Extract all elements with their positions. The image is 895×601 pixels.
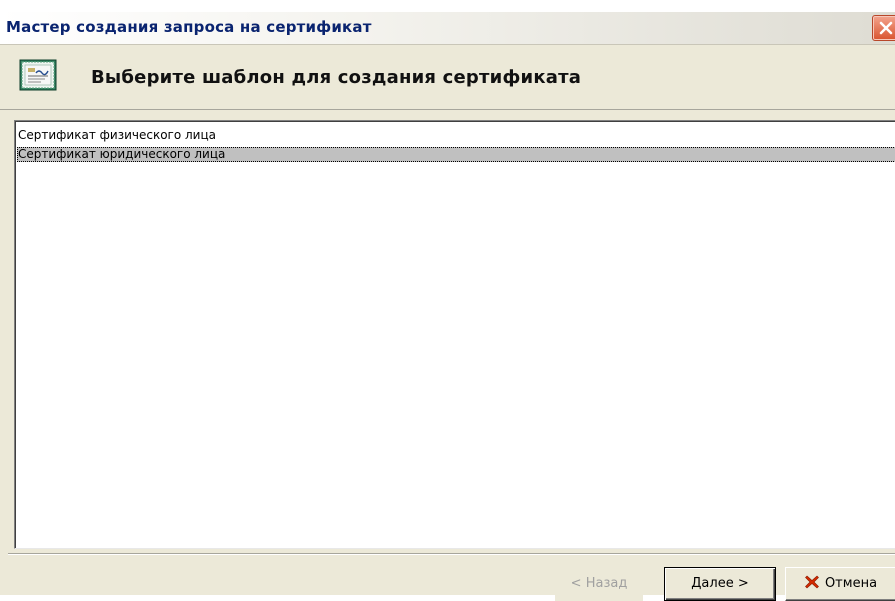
page-title: Выберите шаблон для создания сертификата — [91, 67, 582, 88]
wizard-window: Мастер создания запроса на сертификат Вы… — [0, 0, 895, 601]
window-title: Мастер создания запроса на сертификат — [6, 18, 372, 36]
close-button[interactable] — [872, 15, 895, 41]
title-bar[interactable]: Мастер создания запроса на сертификат — [0, 12, 895, 45]
list-item-individual-certificate[interactable]: Сертификат физического лица — [17, 128, 895, 143]
red-x-icon — [805, 575, 819, 589]
wizard-header: Выберите шаблон для создания сертификата — [0, 45, 895, 110]
footer-divider — [8, 553, 895, 555]
template-list[interactable]: Сертификат физического лица Сертификат ю… — [14, 120, 895, 549]
next-button[interactable]: Далее > — [664, 567, 776, 601]
top-strip — [0, 0, 895, 12]
certificate-icon — [19, 59, 57, 91]
cancel-label: Отмена — [824, 576, 878, 591]
list-item-legal-entity-certificate[interactable]: Сертификат юридического лица — [17, 147, 895, 162]
cancel-button[interactable]: Отмена — [785, 567, 895, 601]
close-icon — [879, 21, 893, 35]
back-button[interactable]: < Назад — [555, 567, 643, 601]
